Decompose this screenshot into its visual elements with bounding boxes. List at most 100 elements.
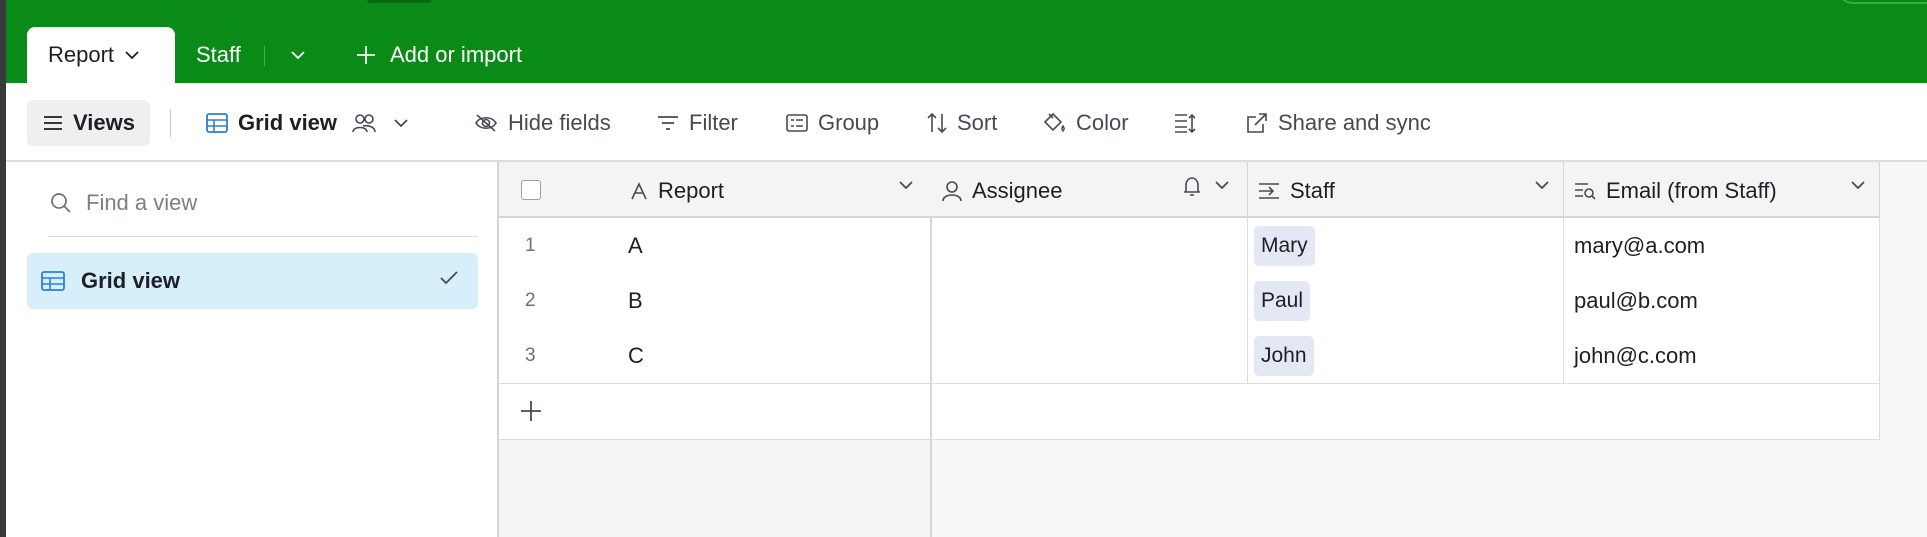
table-row[interactable]: 3 C John john@c.com [499,328,1880,384]
filter-button[interactable]: Filter [657,83,738,162]
assignee-cell[interactable] [932,273,1248,329]
add-record-cell[interactable] [499,384,932,440]
add-or-import-button[interactable]: Add or import [356,27,522,83]
row-number-cell[interactable]: 2 B [499,273,932,329]
row-number: 2 [525,289,536,311]
sidebar-item-grid-view[interactable]: Grid view [27,253,478,309]
views-sidebar: Find a view Grid view [6,162,499,537]
find-view-search[interactable]: Find a view [50,185,197,221]
top-right-outline [1837,0,1927,4]
row-number: 1 [525,234,536,256]
email-value: mary@a.com [1574,232,1706,258]
email-cell[interactable]: mary@a.com [1564,218,1880,274]
chevron-down-icon [125,51,139,60]
share-and-sync-button[interactable]: Share and sync [1246,83,1431,162]
header-assignee[interactable]: Assignee [932,162,1248,218]
report-value: B [628,287,643,313]
tab-report-label: Report [48,42,115,67]
column-header-label: Staff [1290,178,1335,203]
column-header-label: Report [658,178,725,203]
assignee-cell[interactable] [932,218,1248,274]
grid-view-label: Grid view [238,109,338,135]
plus-icon [521,401,541,421]
filter-icon [658,115,678,130]
tab-divider [264,46,265,66]
views-label: Views [73,110,135,135]
view-toolbar: Views Grid view Hide fields Filter Group… [6,83,1927,162]
plus-icon [357,46,375,64]
sort-button[interactable]: Sort [927,83,997,162]
row-number-cell[interactable]: 1 A [499,218,932,274]
hamburger-icon [44,116,62,130]
group-button[interactable]: Group [786,83,879,162]
staff-chip[interactable]: Mary [1254,225,1315,266]
table-row[interactable]: 1 A Mary mary@a.com [499,218,1880,274]
grid-icon [206,112,228,133]
table-row[interactable]: 2 B Paul paul@b.com [499,273,1880,329]
share-and-sync-label: Share and sync [1278,109,1431,135]
staff-chip[interactable]: John [1254,335,1314,376]
header-email-from-staff[interactable]: Email (from Staff) [1564,162,1880,218]
find-view-placeholder: Find a view [86,190,198,215]
search-divider [48,236,478,237]
chevron-down-icon[interactable] [1850,180,1866,190]
column-header-label: Email (from Staff) [1606,178,1777,203]
row-number: 3 [525,344,536,366]
chevron-down-icon[interactable] [898,180,914,190]
group-label: Group [818,109,880,135]
staff-chip[interactable]: Paul [1254,280,1311,321]
chevron-down-icon[interactable] [1214,180,1230,190]
color-button[interactable]: Color [1042,83,1129,162]
assignee-cell[interactable] [932,328,1248,384]
tab-staff-label: Staff [196,42,241,67]
add-or-import-label: Add or import [390,42,523,67]
sort-label: Sort [957,109,998,135]
staff-cell[interactable]: Mary [1248,218,1564,274]
tab-staff[interactable]: Staff [196,27,241,83]
add-record-row[interactable] [499,384,1880,440]
tab-more-button[interactable] [286,27,310,83]
top-strip [367,0,431,3]
table-tab-bar: Report Staff Add or import [0,0,1927,83]
views-button[interactable]: Views [27,100,150,146]
chevron-down-icon[interactable] [1534,180,1550,190]
hide-fields-label: Hide fields [508,109,611,135]
select-all-checkbox[interactable] [521,180,541,200]
hide-fields-button[interactable]: Hide fields [474,83,611,162]
lookup-icon [1575,183,1596,200]
email-cell[interactable]: paul@b.com [1564,273,1880,329]
search-icon [51,193,71,213]
row-height-button[interactable] [1174,83,1206,162]
collaborators-icon [352,113,376,132]
chevron-down-icon [291,51,305,60]
filter-label: Filter [689,109,738,135]
header-staff[interactable]: Staff [1248,162,1564,218]
bell-icon[interactable] [1182,176,1202,198]
staff-cell[interactable]: John [1248,328,1564,384]
email-value: paul@b.com [1574,287,1698,313]
row-number-cell[interactable]: 3 C [499,328,932,384]
column-header-label: Assignee [972,178,1063,203]
grid-area: Report Assignee Staff Email (from Staff)… [499,162,1927,537]
staff-cell[interactable]: Paul [1248,273,1564,329]
sort-icon [927,112,947,133]
add-record-rest[interactable] [932,384,1880,440]
row-height-icon [1175,113,1196,133]
check-icon [440,271,458,285]
email-value: john@c.com [1574,342,1697,368]
email-cell[interactable]: john@c.com [1564,328,1880,384]
toolbar-divider [170,109,171,137]
external-link-icon [1247,112,1267,133]
color-label: Color [1076,109,1129,135]
linked-record-icon [1259,183,1279,199]
grid-icon [41,271,65,291]
paint-bucket-icon [1043,112,1065,132]
tab-report[interactable]: Report [27,27,175,83]
chevron-down-icon [394,118,408,127]
window-edge [0,0,6,537]
report-value: A [628,232,643,258]
group-icon [786,113,808,132]
header-report[interactable]: Report [499,162,932,218]
grid-view-switcher[interactable]: Grid view [206,83,419,162]
sidebar-item-label: Grid view [81,268,181,293]
